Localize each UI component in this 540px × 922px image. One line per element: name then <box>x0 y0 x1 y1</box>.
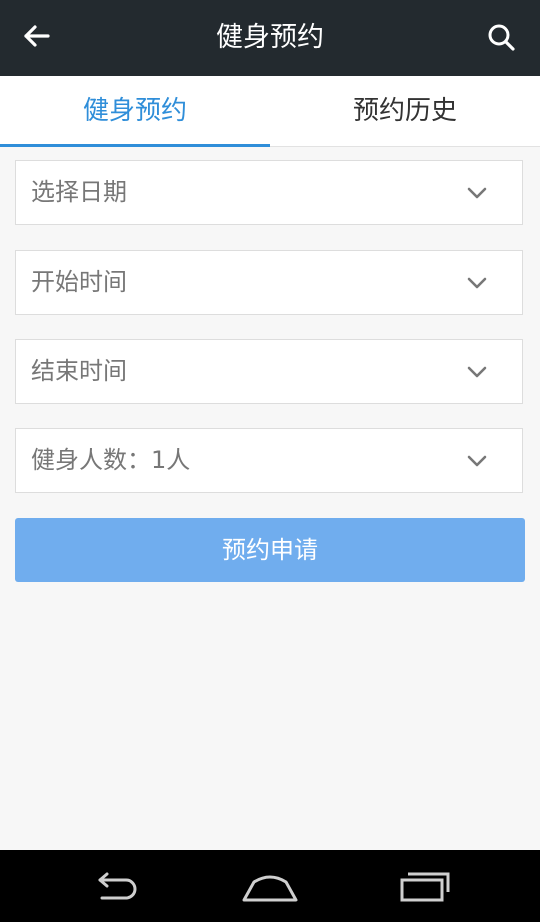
chevron-down-icon <box>466 273 488 293</box>
chevron-down-icon <box>466 362 488 382</box>
system-nav-bar <box>0 850 540 922</box>
date-select-label: 选择日期 <box>31 178 127 206</box>
submit-booking-button[interactable]: 预约申请 <box>15 518 525 582</box>
start-time-label: 开始时间 <box>31 268 127 296</box>
app-bar: 健身预约 <box>0 0 540 76</box>
start-time-select[interactable]: 开始时间 <box>15 250 523 315</box>
people-count-select[interactable]: 健身人数：1人 <box>15 428 523 493</box>
end-time-select[interactable]: 结束时间 <box>15 339 523 404</box>
tab-fitness-booking[interactable]: 健身预约 <box>0 76 270 146</box>
home-nav-icon[interactable] <box>240 866 300 906</box>
date-select[interactable]: 选择日期 <box>15 160 523 225</box>
search-icon[interactable] <box>482 18 522 58</box>
tab-selected-indicator <box>0 144 270 147</box>
people-count-label: 健身人数：1人 <box>31 446 191 474</box>
chevron-down-icon <box>466 451 488 471</box>
recent-apps-icon[interactable] <box>396 866 456 906</box>
tab-bar: 健身预约 预约历史 <box>0 76 540 147</box>
page-title: 健身预约 <box>216 22 324 53</box>
chevron-down-icon <box>466 183 488 203</box>
back-nav-icon[interactable] <box>86 866 146 906</box>
tab-booking-history[interactable]: 预约历史 <box>270 76 540 146</box>
end-time-label: 结束时间 <box>31 357 127 385</box>
